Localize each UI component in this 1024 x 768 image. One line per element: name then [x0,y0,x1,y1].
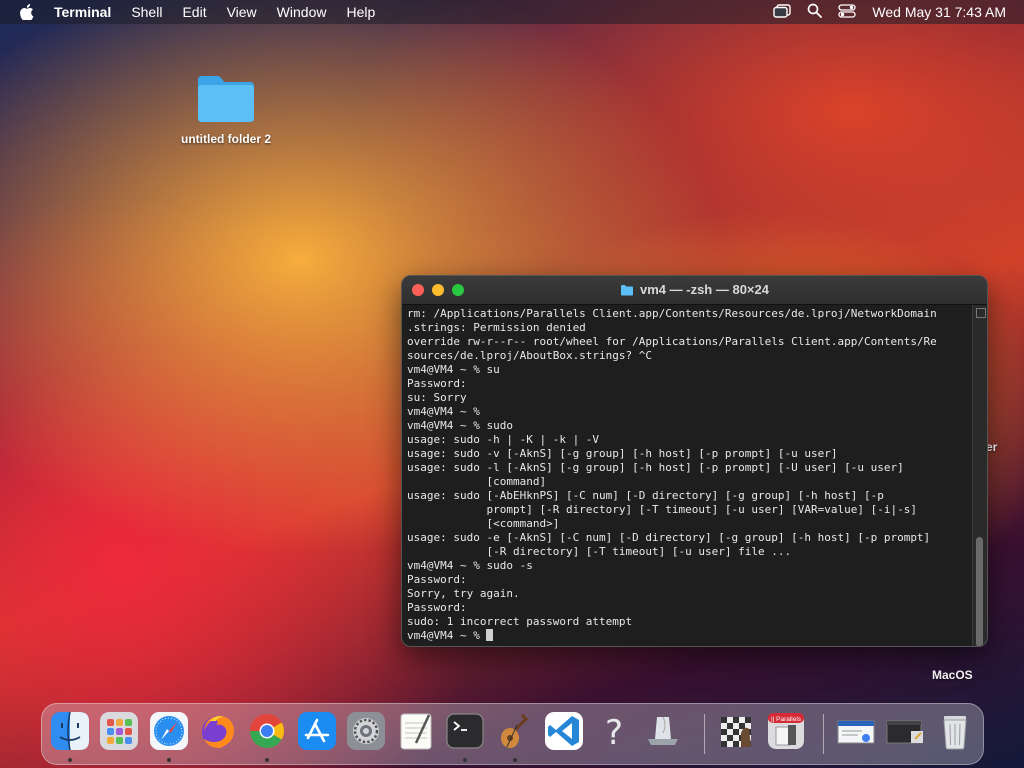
terminal-window: vm4 — -zsh — 80×24 rm: /Applications/Par… [401,275,988,647]
terminal-line: [-R directory] [-T timeout] [-u user] fi… [407,545,792,558]
documents-stack-icon[interactable] [885,711,925,751]
firefox-icon[interactable] [198,711,238,751]
downloads-stack-icon[interactable] [836,711,876,751]
terminal-line: Password: [407,601,467,614]
apple-menu-icon[interactable] [18,3,36,21]
window-title: vm4 — -zsh — 80×24 [402,282,987,297]
safari-icon[interactable] [149,711,189,751]
scrollbar-thumb[interactable] [976,537,983,646]
desktop-item-label-macos[interactable]: MacOS [932,668,973,682]
dock: ? || Parallels [41,703,984,765]
chrome-icon[interactable] [247,711,287,751]
terminal-line: usage: sudo [-AbEHknPS] [-C num] [-D dir… [407,489,884,502]
terminal-line: vm4@VM4 ~ % sudo -s [407,559,533,572]
terminal-line: sudo: 1 incorrect password attempt [407,615,633,628]
menu-bar: Terminal Shell Edit View Window Help Wed… [0,0,1024,24]
menu-shell[interactable]: Shell [131,4,162,20]
terminal-line: vm4@VM4 ~ % sudo [407,419,513,432]
parallels-badge: || Parallels [771,716,802,723]
menu-view[interactable]: View [227,4,257,20]
terminal-line: Password: [407,377,467,390]
control-center-icon[interactable] [838,3,857,21]
menu-app-terminal[interactable]: Terminal [54,4,111,20]
terminal-line: sources/de.lproj/AboutBox.strings? ^C [407,349,653,362]
terminal-line: [<command>] [407,517,560,530]
finder-icon[interactable] [50,711,90,751]
terminal-output[interactable]: rm: /Applications/Parallels Client.app/C… [402,305,973,646]
terminal-line: usage: sudo -h | -K | -k | -V [407,433,600,446]
system-settings-icon[interactable] [346,711,386,751]
terminal-line: override rw-r--r-- root/wheel for /Appli… [407,335,937,348]
vscode-icon[interactable] [544,711,584,751]
terminal-line: vm4@VM4 ~ % [407,629,968,643]
scroll-split-button[interactable] [976,308,986,318]
terminal-titlebar[interactable]: vm4 — -zsh — 80×24 [402,276,987,305]
menu-edit[interactable]: Edit [182,4,206,20]
menu-help[interactable]: Help [346,4,375,20]
terminal-scrollbar[interactable] [972,305,987,646]
terminal-line: vm4@VM4 ~ % su [407,363,500,376]
trash-icon[interactable] [935,711,975,751]
terminal-icon[interactable] [445,711,485,751]
terminal-line: [command] [407,475,547,488]
window-switcher-icon[interactable] [773,3,792,21]
menu-window[interactable]: Window [277,4,327,20]
window-title-text: vm4 — -zsh — 80×24 [640,282,769,297]
spotlight-search-icon[interactable] [807,3,823,21]
terminal-line: usage: sudo -e [-AknS] [-C num] [-D dire… [407,531,931,544]
terminal-line: prompt] [-R directory] [-T timeout] [-u … [407,503,917,516]
help-icon[interactable]: ? [594,711,634,751]
parallels-client-icon[interactable]: || Parallels [766,711,806,751]
instruments-icon[interactable] [495,711,535,751]
svg-text:?: ? [605,713,623,751]
terminal-line: rm: /Applications/Parallels Client.app/C… [407,307,937,320]
chess-icon[interactable] [717,711,757,751]
menu-extras: Wed May 31 7:43 AM [773,0,1006,24]
menu-clock[interactable]: Wed May 31 7:43 AM [872,4,1006,20]
terminal-line: su: Sorry [407,391,467,404]
launchpad-icon[interactable] [99,711,139,751]
terminal-line: vm4@VM4 ~ % [407,405,480,418]
folder-icon [198,76,254,122]
terminal-line: usage: sudo -v [-AknS] [-g group] [-h ho… [407,447,838,460]
folder-small-icon [621,284,633,295]
app-store-icon[interactable] [297,711,337,751]
terminal-cursor [486,629,494,641]
terminal-line: Password: [407,573,467,586]
desktop-folder[interactable]: untitled folder 2 [176,72,276,146]
preview-icon[interactable] [643,711,683,751]
textedit-icon[interactable] [396,711,436,751]
terminal-line: usage: sudo -l [-AknS] [-g group] [-h ho… [407,461,904,474]
terminal-line: .strings: Permission denied [407,321,586,334]
terminal-line: Sorry, try again. [407,587,520,600]
folder-label: untitled folder 2 [181,132,271,146]
